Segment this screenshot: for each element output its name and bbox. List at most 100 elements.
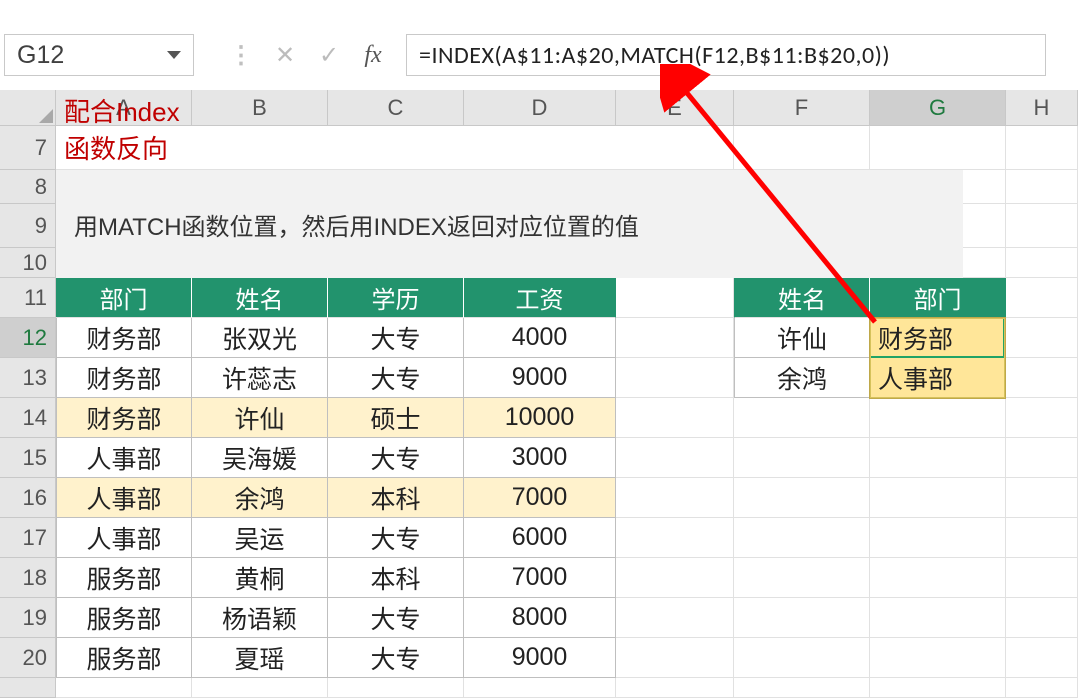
cell[interactable]	[1006, 204, 1078, 248]
cell[interactable]	[1006, 398, 1078, 438]
row-header[interactable]: 18	[0, 558, 56, 598]
cell[interactable]	[734, 126, 870, 170]
column-header[interactable]: G	[870, 90, 1006, 126]
cell[interactable]	[1006, 126, 1078, 170]
table-cell-salary[interactable]: 8000	[464, 598, 616, 638]
cancel-icon[interactable]: ✕	[264, 34, 306, 76]
cell[interactable]	[1006, 678, 1078, 698]
cell[interactable]	[1006, 278, 1078, 318]
table-cell-name[interactable]: 吴海媛	[192, 438, 328, 478]
row-header[interactable]: 17	[0, 518, 56, 558]
row-header[interactable]: 10	[0, 248, 56, 278]
cell[interactable]	[1006, 558, 1078, 598]
cell[interactable]	[1006, 248, 1078, 278]
cell[interactable]	[734, 638, 870, 678]
table-cell-name[interactable]: 吴运	[192, 518, 328, 558]
table-cell-dept[interactable]: 人事部	[56, 438, 192, 478]
cell[interactable]	[328, 126, 464, 170]
table-cell-name[interactable]: 余鸿	[192, 478, 328, 518]
column-header[interactable]: E	[616, 90, 734, 126]
cell[interactable]	[734, 558, 870, 598]
table-cell-salary[interactable]: 3000	[464, 438, 616, 478]
cell[interactable]	[616, 438, 734, 478]
table-cell-dept[interactable]: 服务部	[56, 558, 192, 598]
table-cell-salary[interactable]: 10000	[464, 398, 616, 438]
row-header[interactable]: 15	[0, 438, 56, 478]
row-header[interactable]: 20	[0, 638, 56, 678]
cell[interactable]	[870, 558, 1006, 598]
cell[interactable]	[870, 638, 1006, 678]
table-cell-edu[interactable]: 大专	[328, 358, 464, 398]
cell[interactable]	[192, 678, 328, 698]
cell[interactable]	[56, 678, 192, 698]
select-all-corner[interactable]	[0, 90, 56, 126]
table-cell-edu[interactable]: 本科	[328, 558, 464, 598]
cell[interactable]	[870, 678, 1006, 698]
cell[interactable]	[870, 438, 1006, 478]
row-header[interactable]: 8	[0, 170, 56, 204]
row-header[interactable]: 13	[0, 358, 56, 398]
cell[interactable]	[870, 398, 1006, 438]
cell[interactable]	[1006, 638, 1078, 678]
table-cell-salary[interactable]: 4000	[464, 318, 616, 358]
table-cell-name[interactable]: 夏瑶	[192, 638, 328, 678]
table-header[interactable]: 工资	[464, 278, 616, 318]
name-box[interactable]: G12	[4, 34, 194, 76]
cell[interactable]	[616, 318, 734, 358]
table-cell-salary[interactable]: 6000	[464, 518, 616, 558]
cell[interactable]	[1006, 478, 1078, 518]
column-header[interactable]: B	[192, 90, 328, 126]
row-header[interactable]	[0, 678, 56, 698]
cell[interactable]	[616, 278, 734, 318]
cell[interactable]	[734, 518, 870, 558]
fx-icon[interactable]: fx	[352, 34, 394, 76]
cell[interactable]	[1006, 518, 1078, 558]
cell[interactable]	[464, 126, 616, 170]
table-cell-dept[interactable]: 人事部	[56, 478, 192, 518]
lookup-name-cell[interactable]: 许仙	[734, 318, 870, 358]
cell[interactable]	[616, 638, 734, 678]
table-cell-edu[interactable]: 硕士	[328, 398, 464, 438]
row-header[interactable]: 16	[0, 478, 56, 518]
cell[interactable]	[328, 678, 464, 698]
cell[interactable]	[734, 678, 870, 698]
table-cell-name[interactable]: 张双光	[192, 318, 328, 358]
cell[interactable]	[734, 398, 870, 438]
formula-bar-input[interactable]: =INDEX(A$11:A$20,MATCH(F12,B$11:B$20,0))	[406, 34, 1046, 76]
lookup-header[interactable]: 部门	[870, 278, 1006, 318]
table-header[interactable]: 部门	[56, 278, 192, 318]
table-cell-salary[interactable]: 7000	[464, 558, 616, 598]
table-cell-salary[interactable]: 7000	[464, 478, 616, 518]
row-header[interactable]: 9	[0, 204, 56, 248]
table-cell-name[interactable]: 黄桐	[192, 558, 328, 598]
cell[interactable]	[616, 126, 734, 170]
lookup-result-cell[interactable]: 财务部	[870, 318, 1006, 358]
cell[interactable]	[616, 398, 734, 438]
title-cell[interactable]: 配合Index函数反向查找	[56, 126, 192, 170]
table-cell-dept[interactable]: 服务部	[56, 598, 192, 638]
table-cell-edu[interactable]: 大专	[328, 598, 464, 638]
table-cell-edu[interactable]: 本科	[328, 478, 464, 518]
cell[interactable]	[734, 438, 870, 478]
table-cell-edu[interactable]: 大专	[328, 518, 464, 558]
cell[interactable]	[616, 678, 734, 698]
table-cell-dept[interactable]: 财务部	[56, 358, 192, 398]
cell[interactable]	[192, 126, 328, 170]
table-cell-edu[interactable]: 大专	[328, 438, 464, 478]
table-cell-name[interactable]: 许仙	[192, 398, 328, 438]
cell[interactable]	[464, 678, 616, 698]
cell[interactable]	[616, 598, 734, 638]
cell[interactable]	[1006, 318, 1078, 358]
table-cell-dept[interactable]: 财务部	[56, 398, 192, 438]
cell[interactable]	[616, 558, 734, 598]
cell[interactable]	[734, 598, 870, 638]
cell[interactable]	[616, 478, 734, 518]
row-header[interactable]: 7	[0, 126, 56, 170]
column-header[interactable]: H	[1006, 90, 1078, 126]
row-header[interactable]: 19	[0, 598, 56, 638]
column-header[interactable]: C	[328, 90, 464, 126]
row-header[interactable]: 11	[0, 278, 56, 318]
cell[interactable]	[870, 126, 1006, 170]
cell[interactable]	[870, 518, 1006, 558]
table-header[interactable]: 姓名	[192, 278, 328, 318]
